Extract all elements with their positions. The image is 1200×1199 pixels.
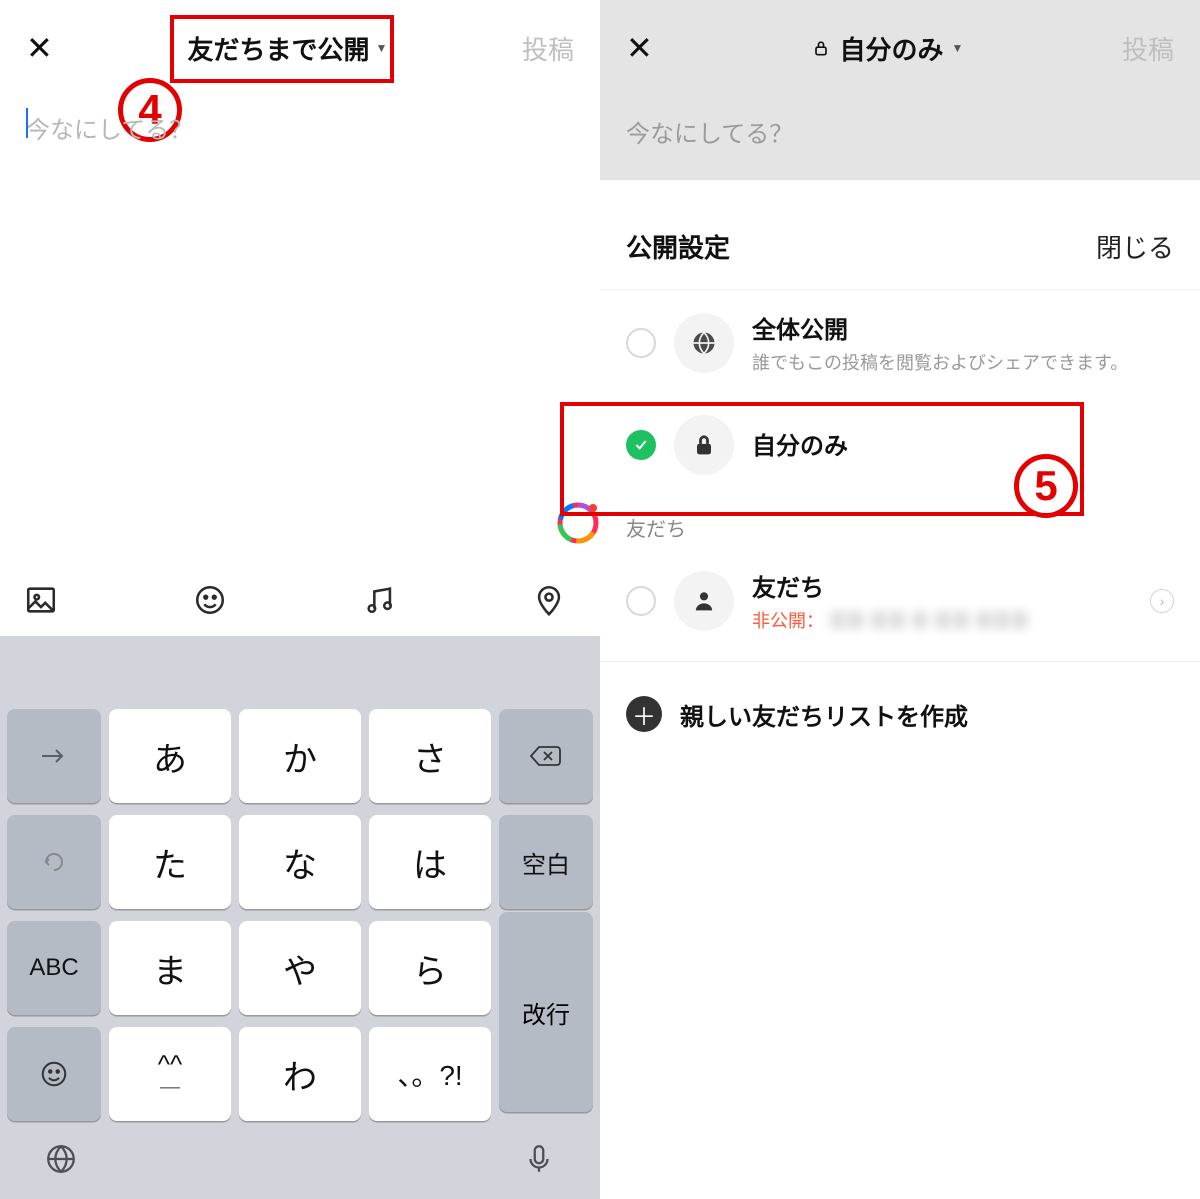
mic-icon[interactable] bbox=[522, 1142, 556, 1181]
option-text: 自分のみ bbox=[752, 426, 1174, 465]
person-icon bbox=[674, 571, 734, 631]
compose-toolbar bbox=[0, 564, 600, 636]
option-text: 全体公開 誰でもこの投稿を閲覧およびシェアできます。 bbox=[752, 310, 1174, 375]
option-title: 自分のみ bbox=[752, 426, 1174, 461]
option-subtitle: 誰でもこの投稿を閲覧およびシェアできます。 bbox=[752, 349, 1174, 375]
sheet-close-button[interactable]: 閉じる bbox=[1096, 228, 1174, 265]
chevron-down-icon: ▼ bbox=[951, 41, 963, 55]
key-a[interactable]: あ bbox=[109, 709, 231, 803]
key-ya[interactable]: や bbox=[239, 921, 361, 1015]
sheet-title: 公開設定 bbox=[626, 228, 730, 265]
camera-color-icon[interactable] bbox=[555, 500, 600, 546]
key-undo[interactable] bbox=[7, 815, 101, 909]
radio-checked bbox=[626, 430, 656, 460]
key-ma[interactable]: ま bbox=[109, 921, 231, 1015]
chevron-down-icon: ▼ bbox=[375, 41, 387, 55]
globe-icon bbox=[674, 313, 734, 373]
key-sa[interactable]: さ bbox=[369, 709, 491, 803]
key-kaomoji[interactable]: ^^ — bbox=[109, 1027, 231, 1121]
friends-private-prefix: 非公開： bbox=[752, 611, 824, 631]
privacy-option-friends[interactable]: 友だち 非公開： 〓〓 〓〓 〓 〓〓 〓〓〓 › bbox=[600, 548, 1200, 653]
sheet-header: 公開設定 閉じる bbox=[600, 210, 1200, 290]
plus-icon: ＋ bbox=[626, 696, 662, 732]
compose-textarea[interactable]: 今なにしてる？ bbox=[600, 96, 1200, 180]
chevron-right-icon: › bbox=[1150, 589, 1174, 613]
create-close-friends-list[interactable]: ＋ 親しい友だちリストを作成 bbox=[600, 670, 1200, 758]
privacy-label: 友だちまで公開 bbox=[187, 30, 369, 67]
close-button[interactable]: ✕ bbox=[626, 29, 653, 67]
privacy-label: 自分のみ bbox=[839, 30, 943, 67]
compose-textarea[interactable]: 今なにしてる？ bbox=[0, 96, 600, 159]
key-tab[interactable] bbox=[7, 709, 101, 803]
lock-icon bbox=[674, 415, 734, 475]
key-ha[interactable]: は bbox=[369, 815, 491, 909]
lock-icon bbox=[811, 38, 831, 58]
key-punct[interactable]: 、。?! bbox=[369, 1027, 491, 1121]
image-icon[interactable] bbox=[24, 583, 58, 617]
left-pane: ✕ 友だちまで公開 ▼ 投稿 4 今なにしてる？ bbox=[0, 0, 600, 1199]
radio-unchecked bbox=[626, 328, 656, 358]
key-enter[interactable]: 改行 bbox=[499, 912, 593, 1112]
key-space[interactable]: 空白 bbox=[499, 815, 593, 909]
close-button[interactable]: ✕ bbox=[26, 29, 53, 67]
option-title: 友だち bbox=[752, 568, 1132, 603]
privacy-option-only-me[interactable]: 自分のみ bbox=[600, 395, 1200, 495]
post-button[interactable]: 投稿 bbox=[522, 30, 574, 67]
post-button[interactable]: 投稿 bbox=[1122, 30, 1174, 67]
radio-unchecked bbox=[626, 586, 656, 616]
key-kaomoji-label: ^^ bbox=[158, 1051, 182, 1077]
key-ta[interactable]: た bbox=[109, 815, 231, 909]
keyboard-bottom-bar bbox=[0, 1123, 600, 1199]
key-na[interactable]: な bbox=[239, 815, 361, 909]
key-emoji-keyboard[interactable] bbox=[7, 1027, 101, 1121]
compose-placeholder: 今なにしてる？ bbox=[626, 121, 793, 148]
privacy-option-public[interactable]: 全体公開 誰でもこの投稿を閲覧およびシェアできます。 bbox=[600, 290, 1200, 395]
privacy-dropdown[interactable]: 友だちまで公開 ▼ bbox=[179, 26, 395, 71]
friends-section-label: 友だち bbox=[600, 495, 1200, 548]
option-title: 全体公開 bbox=[752, 310, 1174, 345]
location-icon[interactable] bbox=[532, 583, 566, 617]
compose-placeholder: 今なにしてる？ bbox=[26, 117, 193, 144]
key-ra[interactable]: ら bbox=[369, 921, 491, 1015]
key-backspace[interactable] bbox=[499, 709, 593, 803]
option-text: 友だち 非公開： 〓〓 〓〓 〓 〓〓 〓〓〓 bbox=[752, 568, 1132, 633]
keyboard: あ か さ た な は 空白 ABC ま や ら bbox=[0, 636, 600, 1199]
privacy-dropdown[interactable]: 自分のみ ▼ bbox=[811, 30, 963, 67]
compose-header: ✕ 友だちまで公開 ▼ 投稿 bbox=[0, 0, 600, 96]
key-abc[interactable]: ABC bbox=[7, 921, 101, 1015]
key-wa[interactable]: わ bbox=[239, 1027, 361, 1121]
music-icon[interactable] bbox=[363, 583, 397, 617]
compose-header-right: ✕ 自分のみ ▼ 投稿 bbox=[600, 0, 1200, 96]
friends-private-list-blurred: 〓〓 〓〓 〓 〓〓 〓〓〓 bbox=[829, 611, 1029, 631]
privacy-sheet: 公開設定 閉じる 全体公開 誰でもこの投稿を閲覧およびシェアできます。 自分のみ bbox=[600, 180, 1200, 758]
text-cursor bbox=[26, 108, 28, 138]
create-list-label: 親しい友だちリストを作成 bbox=[680, 697, 968, 732]
key-ka[interactable]: か bbox=[239, 709, 361, 803]
emoji-icon[interactable] bbox=[193, 583, 227, 617]
globe-icon[interactable] bbox=[44, 1142, 78, 1181]
right-pane: ✕ 自分のみ ▼ 投稿 今なにしてる？ 公開設定 閉じる 全体公開 誰でもこの投… bbox=[600, 0, 1200, 1199]
option-subtitle: 非公開： 〓〓 〓〓 〓 〓〓 〓〓〓 bbox=[752, 607, 1132, 633]
